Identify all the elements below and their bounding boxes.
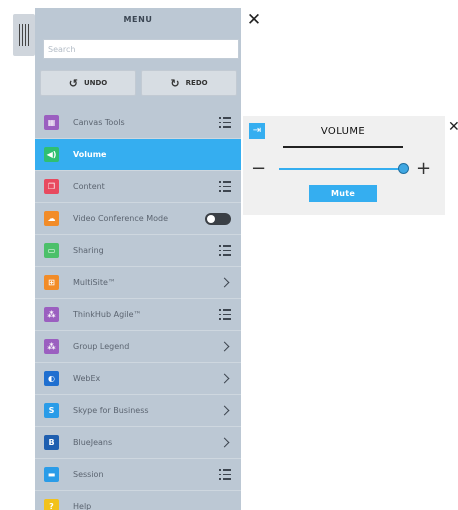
search-input[interactable] <box>43 39 239 59</box>
menu-item-help[interactable]: ? Help <box>35 491 241 510</box>
drag-handle[interactable] <box>13 14 35 56</box>
chevron-shape <box>219 373 230 384</box>
chevron-right-icon[interactable] <box>219 427 231 458</box>
chevron-shape <box>219 437 230 448</box>
undo-label: UNDO <box>83 79 108 87</box>
menu-item-label: Canvas Tools <box>73 118 125 127</box>
volume-slider-handle[interactable] <box>397 163 409 174</box>
undo-button[interactable]: ↺ UNDO <box>40 70 136 96</box>
menu-item-group-legend[interactable]: ⁂ Group Legend <box>35 331 241 363</box>
menu-item-label: Group Legend <box>73 342 130 351</box>
webex-icon: ◐ <box>44 371 59 386</box>
bluejeans-icon: B <box>44 435 59 450</box>
session-icon: ▬ <box>44 467 59 482</box>
redo-label: REDO <box>185 79 208 87</box>
volume-icon: ◀) <box>44 147 59 162</box>
toggle-track <box>205 212 231 225</box>
multisite-icon: ⊞ <box>44 275 59 290</box>
menu-item-volume[interactable]: ◀) Volume <box>35 139 241 171</box>
cloud-icon: ☁ <box>44 211 59 226</box>
volume-slider-track[interactable] <box>279 168 407 170</box>
list-icon[interactable] <box>219 459 231 490</box>
list-icon[interactable] <box>219 171 231 202</box>
menu-item-content[interactable]: ❐ Content <box>35 171 241 203</box>
menu-item-label: BlueJeans <box>73 438 113 447</box>
list-icon-shape <box>219 469 231 480</box>
menu-item-label: WebEx <box>73 374 101 383</box>
volume-panel: ⇥ VOLUME − + Mute <box>243 116 445 215</box>
list-icon-shape <box>219 309 231 320</box>
list-icon-shape <box>219 245 231 256</box>
close-menu-icon[interactable]: ✕ <box>244 10 264 30</box>
menu-item-label: Session <box>73 470 104 479</box>
panel-toggle-icon[interactable]: ⇥ <box>249 123 265 139</box>
menu-item-webex[interactable]: ◐ WebEx <box>35 363 241 395</box>
undo-icon: ↺ <box>68 76 78 90</box>
grip-icon <box>19 24 29 46</box>
chevron-right-icon[interactable] <box>219 267 231 298</box>
menu-item-label: Video Conference Mode <box>73 214 169 223</box>
menu-item-label: Sharing <box>73 246 104 255</box>
content-icon: ❐ <box>44 179 59 194</box>
menu-item-label: Help <box>73 502 92 510</box>
mute-button[interactable]: Mute <box>309 185 377 202</box>
chevron-right-icon[interactable] <box>219 331 231 362</box>
chevron-shape <box>219 277 230 288</box>
redo-button[interactable]: ↻ REDO <box>141 70 237 96</box>
volume-title: VOLUME <box>320 126 366 137</box>
skype-icon: S <box>44 403 59 418</box>
list-icon[interactable] <box>219 107 231 138</box>
menu-item-sharing[interactable]: ▭ Sharing <box>35 235 241 267</box>
menu-item-canvas-tools[interactable]: ▦ Canvas Tools <box>35 107 241 139</box>
menu-item-label: ThinkHub Agile™ <box>73 310 142 319</box>
group-legend-icon: ⁂ <box>44 339 59 354</box>
menu-item-label: Skype for Business <box>73 406 149 415</box>
menu-title: MENU <box>123 15 153 24</box>
menu-item-agile[interactable]: ⁂ ThinkHub Agile™ <box>35 299 241 331</box>
chevron-right-icon[interactable] <box>219 363 231 394</box>
chevron-shape <box>219 405 230 416</box>
agile-icon: ⁂ <box>44 307 59 322</box>
redo-icon: ↻ <box>170 76 180 90</box>
close-volume-icon[interactable]: ✕ <box>448 119 458 135</box>
menu-item-skype[interactable]: S Skype for Business <box>35 395 241 427</box>
menu-item-session[interactable]: ▬ Session <box>35 459 241 491</box>
menu-item-multisite[interactable]: ⊞ MultiSite™ <box>35 267 241 299</box>
menu-item-bluejeans[interactable]: B BlueJeans <box>35 427 241 459</box>
toggle-switch[interactable] <box>205 203 231 234</box>
volume-down-button[interactable]: − <box>251 160 266 178</box>
sharing-icon: ▭ <box>44 243 59 258</box>
menu-item-cloud[interactable]: ☁ Video Conference Mode <box>35 203 241 235</box>
menu-item-label: Volume <box>73 150 107 159</box>
menu-panel: MENU ↺ UNDO ↻ REDO ▦ Canvas Tools ◀) Volume… <box>35 8 241 510</box>
list-icon-shape <box>219 117 231 128</box>
help-icon: ? <box>44 499 59 510</box>
canvas-tools-icon: ▦ <box>44 115 59 130</box>
chevron-shape <box>219 341 230 352</box>
chevron-right-icon[interactable] <box>219 395 231 426</box>
list-icon-shape <box>219 181 231 192</box>
list-icon[interactable] <box>219 299 231 330</box>
list-icon[interactable] <box>219 235 231 266</box>
title-underline <box>283 146 403 148</box>
menu-item-label: MultiSite™ <box>73 278 116 287</box>
volume-up-button[interactable]: + <box>416 160 431 178</box>
menu-item-label: Content <box>73 182 105 191</box>
menu-items-list: ▦ Canvas Tools ◀) Volume ❐ Content ☁ Video Conf… <box>35 107 241 510</box>
